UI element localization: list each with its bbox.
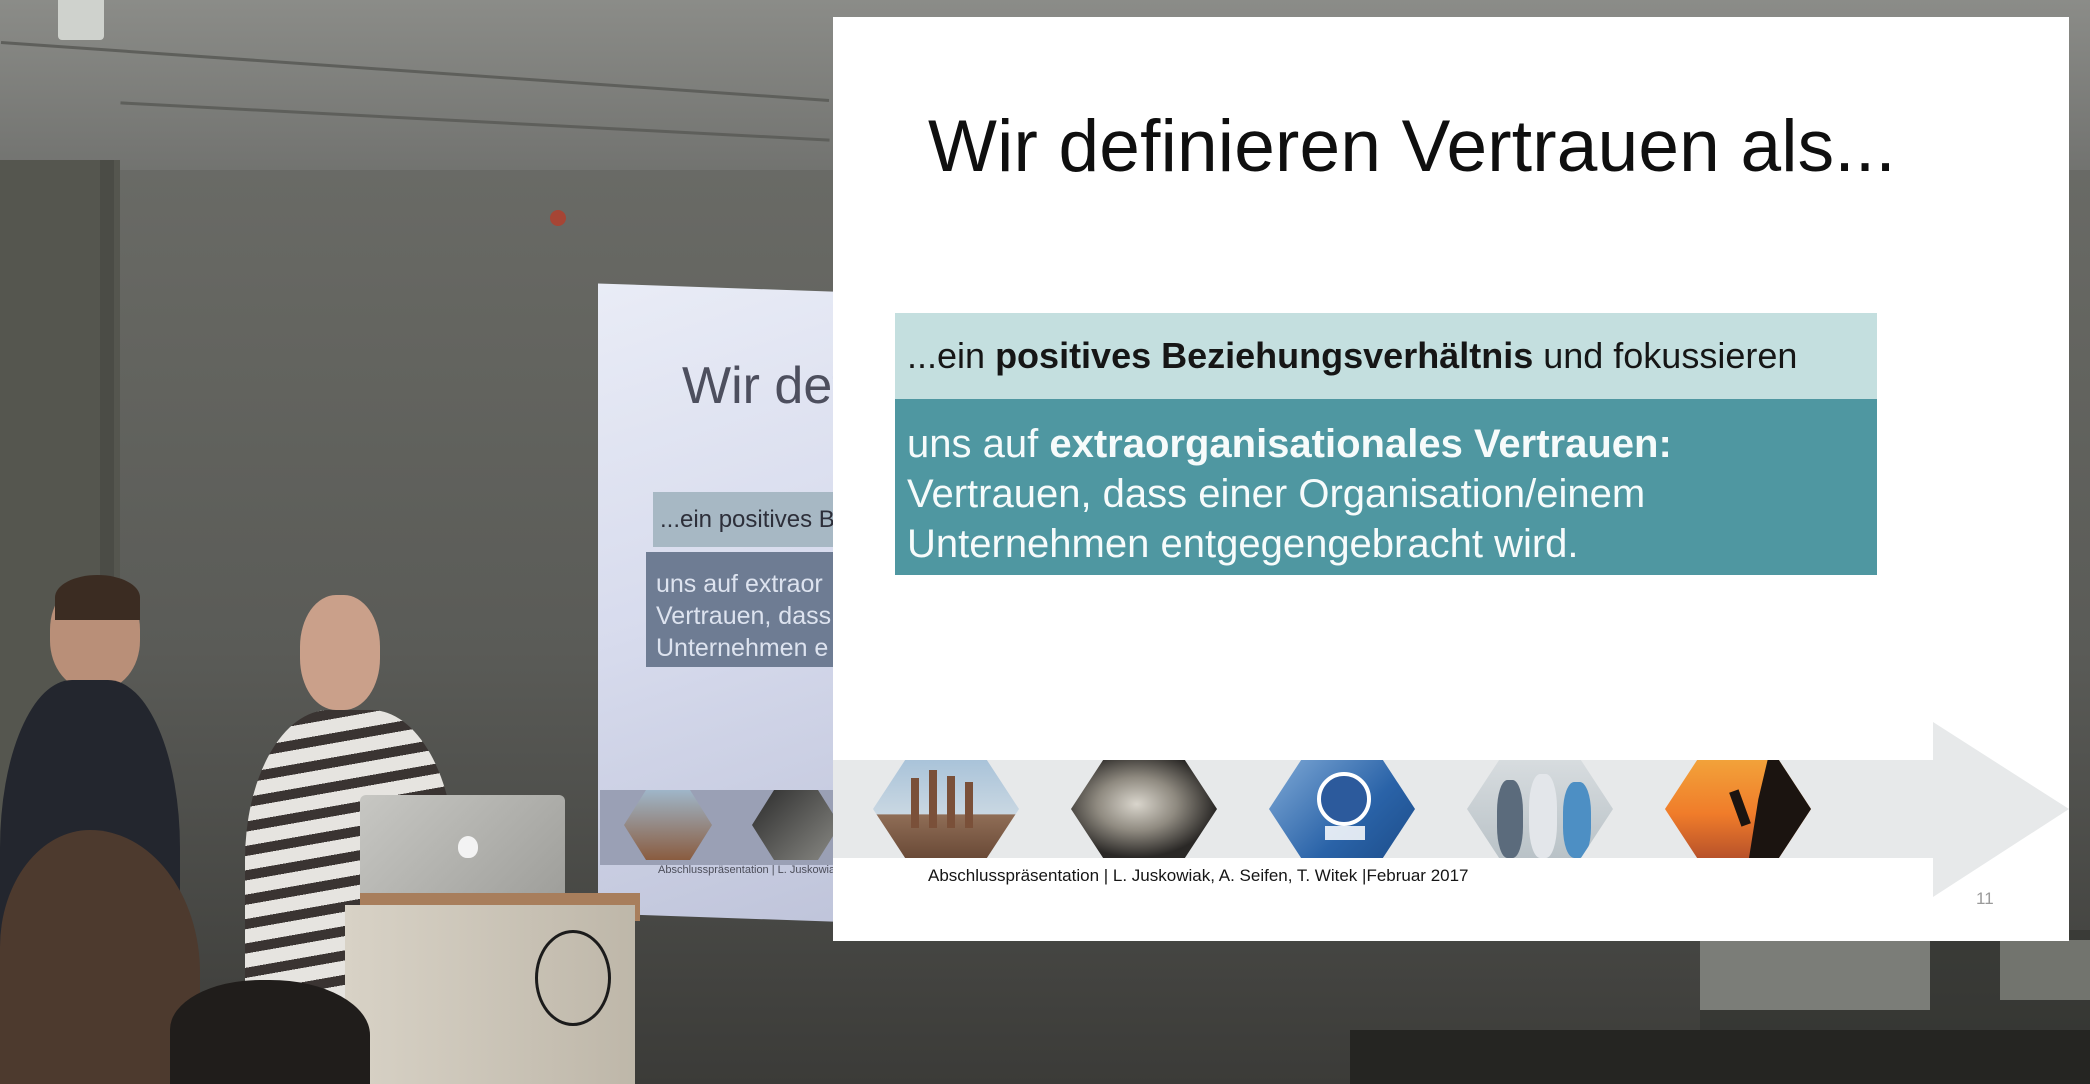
projected-slide-title: Wir def [682, 357, 847, 415]
projected-dark-line: uns auf extraor [656, 570, 823, 598]
fire-alarm [550, 210, 566, 226]
projected-light-text: ...ein positives B [660, 506, 835, 533]
slide-page-number: 11 [1976, 889, 1994, 908]
projected-dark-text: uns auf extraor Vertrauen, dass Unterneh… [656, 568, 831, 664]
projected-dark-line: Unternehmen e [656, 634, 829, 662]
cable [535, 930, 611, 1026]
ceiling-lamp [58, 0, 104, 40]
timeline-arrow [833, 722, 2069, 897]
projected-footer: Abschlusspräsentation | L. Juskowia [658, 864, 836, 876]
projected-dark-line: Vertrauen, dass [656, 602, 832, 630]
slide: Wir definieren Vertrauen als... ...ein p… [833, 17, 2069, 941]
apple-logo-icon [458, 836, 478, 858]
audience-table [1350, 1030, 2090, 1084]
audience-head [170, 980, 370, 1084]
slide-footer: Abschlusspräsentation | L. Juskowiak, A.… [928, 866, 1469, 885]
